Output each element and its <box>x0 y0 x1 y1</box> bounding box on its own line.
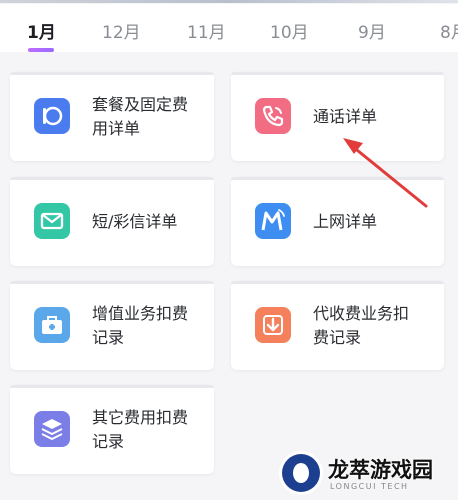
tab-month-9[interactable]: 9月 <box>358 18 386 43</box>
item-value-added-charges[interactable]: 增值业务扣费记录 <box>10 281 214 370</box>
tab-month-8[interactable]: 8月 <box>440 18 458 43</box>
item-call-detail[interactable]: 通话详单 <box>231 72 444 161</box>
watermark-subtitle: LONGCUI TECH <box>330 482 409 491</box>
item-label: 通话详单 <box>313 106 378 126</box>
item-package-fee-detail[interactable]: 套餐及固定费用详单 <box>10 72 214 161</box>
item-label: 上网详单 <box>313 211 378 231</box>
item-label: 代收费业务扣费记录 <box>313 303 410 347</box>
site-watermark: 龙萃游戏园 LONGCUI TECH <box>280 452 450 496</box>
item-label: 短/彩信详单 <box>92 211 178 231</box>
month-tabs: 1月 12月 11月 10月 9月 8月 <box>0 4 458 52</box>
mobile-data-icon <box>255 203 291 239</box>
item-label: 增值业务扣费记录 <box>92 303 189 347</box>
layers-stack-icon <box>34 411 70 447</box>
message-envelope-icon <box>34 203 70 239</box>
item-collection-service-charges[interactable]: 代收费业务扣费记录 <box>231 281 444 370</box>
service-briefcase-icon <box>34 307 70 343</box>
item-data-usage-detail[interactable]: 上网详单 <box>231 177 444 266</box>
watermark-logo-icon <box>282 454 320 492</box>
tab-month-10[interactable]: 10月 <box>270 18 309 43</box>
active-tab-indicator <box>28 48 54 52</box>
item-label: 套餐及固定费用详单 <box>92 94 189 138</box>
tab-month-12[interactable]: 12月 <box>102 18 141 43</box>
download-payment-icon <box>255 307 291 343</box>
tab-month-11[interactable]: 11月 <box>187 18 226 43</box>
item-sms-mms-detail[interactable]: 短/彩信详单 <box>10 177 214 266</box>
package-fee-icon <box>34 98 70 134</box>
watermark-title: 龙萃游戏园 <box>328 458 433 482</box>
item-other-charges[interactable]: 其它费用扣费记录 <box>10 385 214 474</box>
tab-month-1[interactable]: 1月 <box>27 18 56 43</box>
item-label: 其它费用扣费记录 <box>92 407 189 451</box>
phone-call-icon <box>255 98 291 134</box>
top-strip <box>0 0 458 3</box>
